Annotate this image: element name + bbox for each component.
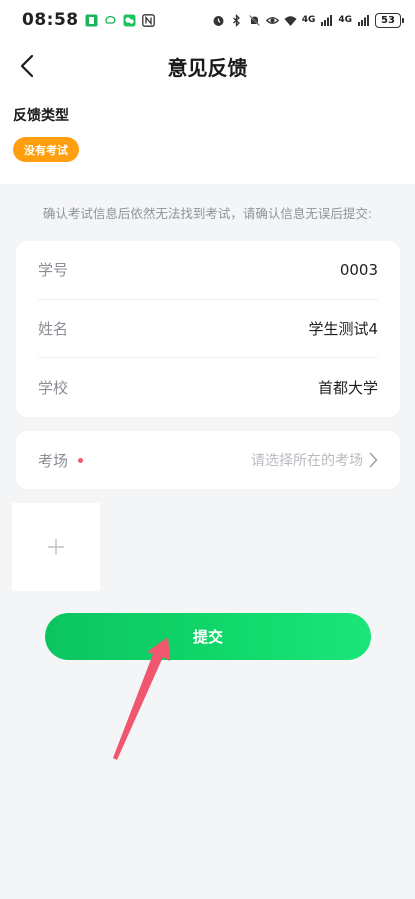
alarm-icon <box>213 15 224 26</box>
info-key: 学号 <box>38 261 69 280</box>
wechat-icon <box>123 14 136 26</box>
exam-room-label-group: 考场 <box>38 450 84 471</box>
status-left: 08:58 <box>22 10 155 30</box>
page-title: 意见反馈 <box>167 56 248 80</box>
info-value: 首都大学 <box>317 378 378 397</box>
info-key: 学校 <box>38 378 69 397</box>
submit-button[interactable]: 提交 <box>45 613 371 660</box>
info-key: 姓名 <box>38 319 69 338</box>
battery-level: 53 <box>381 14 395 26</box>
info-row-school: 学校 首都大学 <box>38 358 378 417</box>
info-value: 0003 <box>339 260 378 279</box>
plus-icon <box>48 539 64 555</box>
feedback-type-section: 反馈类型 没有考试 <box>0 92 415 184</box>
info-row-name: 姓名 学生测试4 <box>38 300 378 359</box>
signal-icon-2 <box>358 14 369 26</box>
image-upload-button[interactable] <box>12 503 100 591</box>
info-value: 学生测试4 <box>308 319 378 338</box>
eye-icon <box>265 16 279 24</box>
exam-room-selector[interactable]: 考场 请选择所在的考场 <box>16 431 400 489</box>
status-bar: 08:58 4G 4G 53 <box>0 0 415 40</box>
app-notification-icon <box>85 14 98 26</box>
status-right: 4G 4G 53 <box>212 12 404 28</box>
feedback-type-chip[interactable]: 没有考试 <box>13 137 79 162</box>
network-type-1: 4G <box>301 15 316 25</box>
exam-room-label: 考场 <box>38 451 69 470</box>
mute-bell-icon <box>248 14 260 26</box>
signal-icon-1 <box>321 14 333 26</box>
student-info-card: 学号 0003 姓名 学生测试4 学校 首都大学 <box>16 241 400 417</box>
exam-room-placeholder: 请选择所在的考场 <box>251 453 363 469</box>
nav-bar: 意见反馈 <box>0 40 415 92</box>
feedback-type-label: 反馈类型 <box>13 108 69 124</box>
status-time: 08:58 <box>22 10 79 30</box>
network-type-2: 4G <box>338 15 352 25</box>
bluetooth-icon <box>232 13 240 27</box>
nfc-icon <box>141 13 155 27</box>
required-dot-icon <box>78 457 84 463</box>
chat-bubble-icon <box>104 15 116 24</box>
info-row-student-id: 学号 0003 <box>38 241 378 300</box>
battery-icon: 53 <box>375 12 404 28</box>
chevron-right-icon <box>369 452 378 468</box>
exam-room-value-group: 请选择所在的考场 <box>251 450 378 470</box>
wifi-icon <box>284 15 297 26</box>
hint-text: 确认考试信息后依然无法找到考试，请确认信息无误后提交: <box>42 206 373 221</box>
